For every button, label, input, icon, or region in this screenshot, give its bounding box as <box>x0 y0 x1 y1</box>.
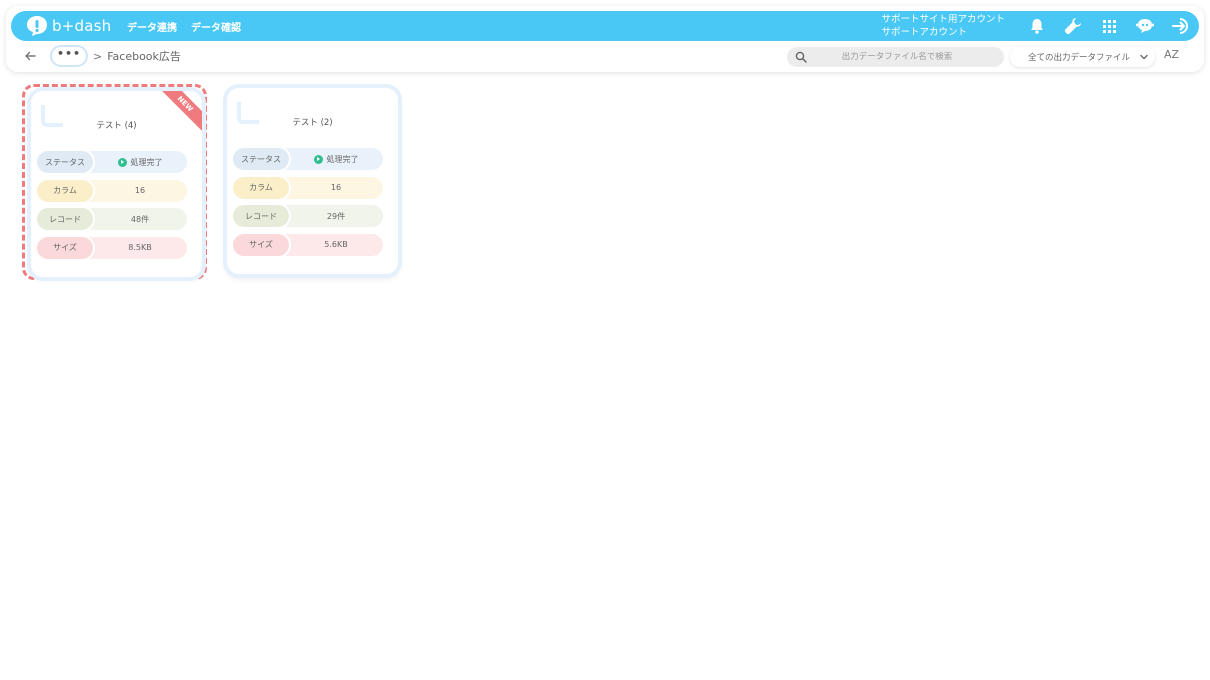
record-row: レコード 48件 <box>37 208 187 230</box>
file-card-selected-outline: テスト (4) NEW ステータス 処理完了 カラム 16 レコード 48件 サ… <box>22 84 207 280</box>
chevron-down-icon <box>1140 54 1148 60</box>
filter-selected-value: 全ての出力データファイル <box>1028 53 1131 63</box>
search-box[interactable] <box>787 47 1004 67</box>
play-icon <box>117 157 127 167</box>
size-label: サイズ <box>37 236 93 259</box>
size-label: サイズ <box>233 233 289 256</box>
record-row: レコード 29件 <box>233 205 383 227</box>
size-value: 5.6KB <box>324 240 348 249</box>
page: b+dash データ連携 データ確認 サポートサイト用アカウント サポートアカウ… <box>0 0 1210 680</box>
bell-icon[interactable] <box>1019 11 1055 41</box>
size-row: サイズ 8.5KB <box>37 236 187 259</box>
play-icon <box>313 154 323 164</box>
status-row: ステータス 処理完了 <box>233 148 383 170</box>
file-card-wrapper: テスト (2) ステータス 処理完了 カラム 16 レコード 29件 サイズ 5… <box>221 84 406 280</box>
logo[interactable]: b+dash <box>23 15 113 37</box>
search-icon <box>795 51 807 63</box>
logo-icon <box>27 16 47 36</box>
nav-data-check[interactable]: データ確認 <box>191 19 241 34</box>
back-arrow-icon[interactable] <box>24 51 38 61</box>
column-label: カラム <box>233 176 289 199</box>
status-label: ステータス <box>233 148 289 170</box>
more-dots-icon: ••• <box>56 46 82 60</box>
nav-data-integration[interactable]: データ連携 <box>127 19 177 34</box>
file-card[interactable]: テスト (2) ステータス 処理完了 カラム 16 レコード 29件 サイズ 5… <box>227 88 398 274</box>
status-value: 処理完了 <box>130 157 163 167</box>
top-navigation-bar: b+dash データ連携 データ確認 サポートサイト用アカウント サポートアカウ… <box>11 11 1199 41</box>
file-card-title: テスト (2) <box>292 118 333 128</box>
breadcrumb-more-button[interactable]: ••• <box>52 47 86 65</box>
account-info[interactable]: サポートサイト用アカウント サポートアカウント <box>881 13 1005 39</box>
size-row: サイズ 5.6KB <box>233 233 383 256</box>
wrench-icon[interactable] <box>1055 11 1091 41</box>
file-card-title: テスト (4) <box>96 121 137 131</box>
chat-bot-icon[interactable] <box>1127 11 1163 41</box>
column-row: カラム 16 <box>37 179 187 202</box>
account-line-1: サポートサイト用アカウント <box>881 14 1005 25</box>
record-label: レコード <box>37 208 93 230</box>
size-value: 8.5KB <box>128 243 152 252</box>
logout-icon[interactable] <box>1163 11 1199 41</box>
sub-toolbar: ••• > Facebook広告 全ての出力データファイル AZ <box>6 44 1204 68</box>
file-card[interactable]: テスト (4) NEW ステータス 処理完了 カラム 16 レコード 48件 サ… <box>31 91 202 277</box>
apps-grid-icon[interactable] <box>1091 11 1127 41</box>
file-filter-select[interactable]: 全ての出力データファイル <box>1010 47 1155 67</box>
header: b+dash データ連携 データ確認 サポートサイト用アカウント サポートアカウ… <box>6 6 1204 72</box>
account-line-2: サポートアカウント <box>881 27 967 38</box>
column-row: カラム 16 <box>233 176 383 199</box>
status-label: ステータス <box>37 151 93 173</box>
sort-az-icon[interactable]: AZ <box>1164 48 1179 61</box>
record-value: 29件 <box>326 211 346 221</box>
column-value: 16 <box>134 186 146 195</box>
record-value: 48件 <box>130 214 150 224</box>
breadcrumb-separator: > <box>93 49 103 63</box>
column-value: 16 <box>330 183 342 192</box>
status-value: 処理完了 <box>326 154 359 164</box>
record-label: レコード <box>233 205 289 227</box>
breadcrumb-current: Facebook広告 <box>107 50 181 63</box>
column-label: カラム <box>37 179 93 202</box>
logo-text: b+dash <box>52 17 112 35</box>
status-row: ステータス 処理完了 <box>37 151 187 173</box>
search-input[interactable] <box>807 52 987 62</box>
